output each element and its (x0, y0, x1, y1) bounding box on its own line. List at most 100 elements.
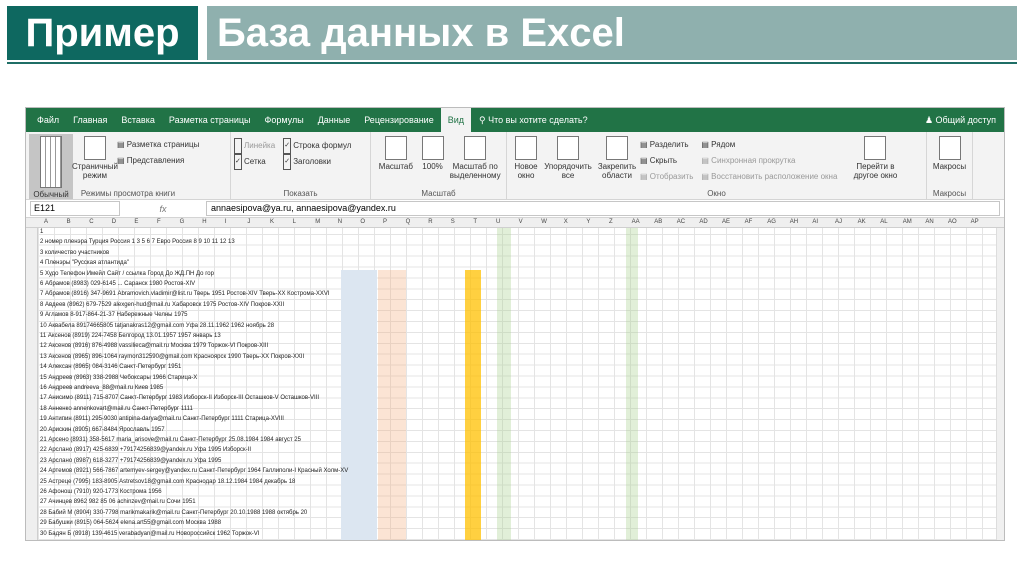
column-header[interactable]: E (134, 219, 138, 225)
tab-insert[interactable]: Вставка (114, 108, 161, 132)
table-row: 15 Андреев (8963) 338-2988 Чебоксары 196… (40, 374, 198, 381)
vertical-scrollbar[interactable] (996, 228, 1004, 540)
share-button[interactable]: ♟ Общий доступ (925, 115, 996, 126)
formula-bar-check-icon: ✓ (283, 138, 292, 154)
page-layout-label: Разметка страницы (126, 140, 200, 149)
column-header[interactable]: Z (609, 219, 613, 225)
zoom-group-label: Масштаб (421, 189, 456, 198)
column-header[interactable]: P (383, 219, 387, 225)
column-header[interactable]: H (202, 219, 206, 225)
column-header[interactable]: AK (858, 219, 866, 225)
column-header[interactable]: W (541, 219, 547, 225)
column-header[interactable]: AA (632, 219, 640, 225)
tab-home[interactable]: Главная (66, 108, 114, 132)
column-header[interactable]: AO (948, 219, 957, 225)
excel-screenshot: Файл Главная Вставка Разметка страницы Ф… (25, 107, 1005, 541)
spreadsheet-grid[interactable]: A B C D E F G H I J K L M N O P Q R S T U V W X Y Z AA AB AC AD AE AF AG… (26, 218, 1004, 540)
table-row: 25 Астреце (7995) 183-8905 Astretsov18@g… (40, 478, 296, 485)
column-header[interactable]: L (293, 219, 296, 225)
split-button[interactable]: ▤ Разделить (640, 138, 701, 154)
column-header[interactable]: X (564, 219, 568, 225)
slide: Пример База данных в Excel Файл Главная … (0, 0, 1024, 576)
column-header[interactable]: O (360, 219, 365, 225)
tab-view[interactable]: Вид (440, 108, 471, 132)
zoom-100-label: 100% (422, 162, 443, 171)
hide-button[interactable]: ▤ Скрыть (640, 154, 701, 170)
tab-page-layout[interactable]: Разметка страницы (162, 108, 258, 132)
ribbon-tabs: Файл Главная Вставка Разметка страницы Ф… (26, 108, 1004, 132)
table-row: 20 Арискин (8905) 667-8484 Ярославль 195… (40, 426, 165, 433)
column-header[interactable]: B (67, 219, 71, 225)
fx-icon[interactable]: fx (120, 204, 206, 214)
custom-views-button[interactable]: ▤ Представления (117, 154, 207, 170)
tab-file[interactable]: Файл (30, 108, 66, 132)
page-break-icon (84, 136, 106, 160)
window-group-label: Окно (707, 189, 726, 198)
table-row: 17 Анисимо (8911) 715-8707 Санкт-Петербу… (40, 395, 320, 402)
page-layout-button[interactable]: ▤ Разметка страницы (117, 138, 207, 154)
column-header[interactable]: AB (654, 219, 662, 225)
column-header[interactable]: F (157, 219, 161, 225)
column-header[interactable]: AP (971, 219, 979, 225)
ruler-checkbox[interactable]: Линейка (234, 138, 283, 154)
tab-data[interactable]: Данные (311, 108, 358, 132)
name-box[interactable]: E121 (30, 201, 120, 216)
tab-formulas[interactable]: Формулы (258, 108, 311, 132)
unhide-button[interactable]: ▤ Отобразить (640, 170, 701, 186)
column-header[interactable]: M (315, 219, 320, 225)
column-header[interactable]: Y (586, 219, 590, 225)
tell-me-label: Что вы хотите сделать? (488, 114, 588, 125)
column-header[interactable]: AC (677, 219, 685, 225)
column-header[interactable]: AD (699, 219, 707, 225)
slide-tag: Пример (7, 6, 198, 60)
table-row: 29 Бабушки (8915) 064-5624 elena.art55@g… (40, 520, 222, 527)
column-header[interactable]: AM (903, 219, 912, 225)
sync-scroll-button[interactable]: ▤ Синхронная прокрутка (701, 154, 845, 170)
new-window-label: Новое окно (514, 162, 538, 180)
column-header[interactable]: U (496, 219, 500, 225)
column-header[interactable]: G (180, 219, 185, 225)
ribbon: Обычный Страничный режим ▤ Разметка стра… (26, 132, 1004, 200)
formula-input[interactable]: annaesipova@ya.ru, annaesipova@yandex.ru (206, 201, 1000, 216)
reset-position-button[interactable]: ▤ Восстановить расположение окна (701, 170, 845, 186)
freeze-panes-icon (606, 136, 628, 160)
column-header[interactable]: R (428, 219, 432, 225)
gridlines-checkbox[interactable]: ✓ Сетка (234, 154, 283, 170)
column-header[interactable]: K (270, 219, 274, 225)
formula-bar-label: Строка формул (293, 141, 352, 151)
column-header[interactable]: AI (812, 219, 818, 225)
headings-checkbox[interactable]: ✓ Заголовки (283, 154, 359, 170)
gridlines-check-icon: ✓ (234, 154, 242, 170)
column-header[interactable]: AN (925, 219, 933, 225)
column-header[interactable]: AL (880, 219, 887, 225)
ruler-label: Линейка (244, 141, 276, 151)
table-row: 8 Авдеев (8962) 679-7529 alexgen-hud@mai… (40, 301, 285, 308)
turkey-column-highlight (497, 228, 511, 540)
formula-bar-checkbox[interactable]: ✓ Строка формул (283, 138, 359, 154)
column-header[interactable]: V (519, 219, 523, 225)
column-header[interactable]: AF (745, 219, 753, 225)
tab-review[interactable]: Рецензирование (357, 108, 441, 132)
column-header[interactable]: I (225, 219, 227, 225)
table-row: 21 Арсено (8931) 358-5617 maria_arisove@… (40, 437, 301, 443)
zoom-selection-icon (464, 136, 487, 160)
column-header[interactable]: T (473, 219, 477, 225)
column-header[interactable]: AJ (835, 219, 842, 225)
column-header[interactable]: C (89, 219, 93, 225)
column-header[interactable]: AE (722, 219, 730, 225)
column-header[interactable]: J (247, 219, 250, 225)
zoom-100-icon (421, 136, 444, 160)
page-break-label: Страничный режим (71, 162, 119, 180)
headings-label: Заголовки (293, 157, 331, 167)
column-header[interactable]: N (338, 219, 342, 225)
table-row: 6 Абрамов (8983) 029-6145 ... Саранск 19… (40, 281, 196, 287)
column-header[interactable]: S (451, 219, 455, 225)
column-header[interactable]: D (112, 219, 116, 225)
column-header[interactable]: AG (767, 219, 776, 225)
tell-me-search[interactable]: ⚲ Что вы хотите сделать? (471, 115, 588, 126)
macros-icon (938, 136, 961, 160)
column-header[interactable]: AH (790, 219, 798, 225)
side-by-side-button[interactable]: ▤ Рядом (701, 138, 845, 154)
column-header[interactable]: Q (406, 219, 411, 225)
column-header[interactable]: A (44, 219, 48, 225)
